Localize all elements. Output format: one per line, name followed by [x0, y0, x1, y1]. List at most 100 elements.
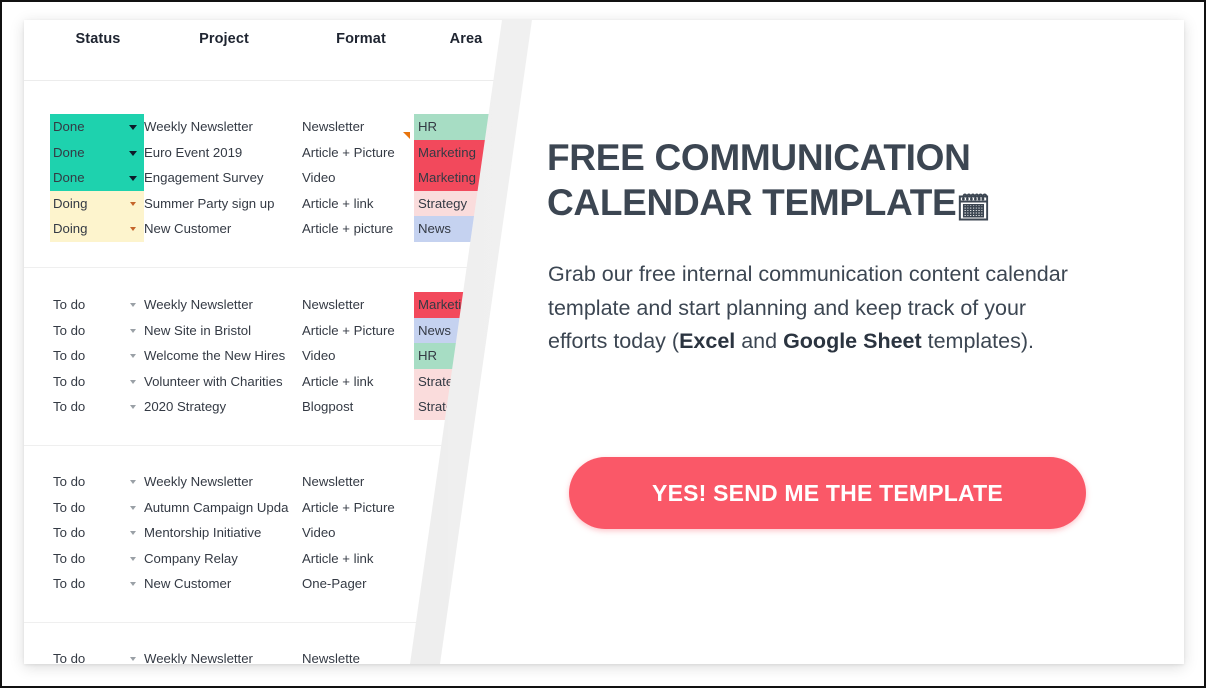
spiral-calendar-icon: 🗓 [956, 193, 991, 223]
promo-body-text: Grab our free internal communication con… [548, 258, 1068, 359]
cell-format[interactable]: One-Pager [302, 571, 410, 597]
cell-project[interactable]: Weekly Newsletter [144, 292, 302, 318]
table-row[interactable]: Done Engagement Survey Video Marketing [24, 165, 544, 191]
cell-format[interactable]: Article + Picture [302, 318, 410, 344]
cell-format[interactable]: Newsletter [302, 469, 410, 495]
chevron-down-icon[interactable] [130, 201, 136, 206]
status-value: To do [53, 322, 86, 338]
status-value: To do [53, 297, 86, 312]
cell-status[interactable]: To do [50, 646, 144, 664]
screenshot-frame: Status Project Format Area Done Weekly Ne… [0, 0, 1206, 688]
cell-format[interactable]: Blogpost [302, 394, 410, 420]
table-row[interactable]: Done Weekly Newsletter Newsletter HR [24, 114, 544, 140]
cell-project[interactable]: Weekly Newsletter [144, 469, 302, 495]
spreadsheet-header-row: Status Project Format Area [24, 20, 544, 62]
status-value: To do [53, 474, 86, 489]
cell-project[interactable]: Weekly Newsletter [144, 646, 302, 664]
column-header-project: Project [199, 31, 249, 47]
cell-format[interactable]: Newslette [302, 646, 410, 664]
cell-status[interactable]: To do [50, 369, 144, 395]
headline-line-2: CALENDAR TEMPLATE [547, 182, 957, 223]
cell-format[interactable]: Article + link [302, 191, 410, 217]
cell-format[interactable]: Article + picture [302, 216, 410, 242]
cell-project[interactable]: Euro Event 2019 [144, 140, 302, 166]
status-value: Done [53, 144, 85, 160]
chevron-down-icon[interactable] [130, 531, 136, 536]
cell-format[interactable]: Video [302, 165, 410, 191]
cell-status[interactable]: To do [50, 571, 144, 597]
cell-status[interactable]: To do [50, 318, 144, 344]
cell-status[interactable]: Doing [50, 190, 144, 217]
status-value: Done [53, 170, 85, 186]
column-header-format: Format [336, 31, 386, 47]
cell-status[interactable]: To do [50, 292, 144, 318]
chevron-down-icon[interactable] [130, 328, 136, 333]
cell-format[interactable]: Article + Picture [302, 140, 410, 166]
cell-project[interactable]: New Customer [144, 216, 302, 242]
cell-project[interactable]: Autumn Campaign Upda [144, 495, 302, 521]
status-value: To do [53, 348, 86, 364]
cell-project[interactable]: New Customer [144, 571, 302, 597]
chevron-down-icon[interactable] [130, 379, 136, 384]
table-row[interactable]: Doing New Customer Article + picture News [24, 216, 544, 242]
send-template-button[interactable]: YES! SEND ME THE TEMPLATE [569, 457, 1086, 529]
cell-project[interactable]: Mentorship Initiative [144, 520, 302, 546]
cell-status[interactable]: To do [50, 394, 144, 420]
cell-project[interactable]: Welcome the New Hires [144, 343, 302, 369]
body-bold-excel: Excel [679, 329, 736, 353]
status-value: To do [53, 373, 86, 389]
header-divider [24, 80, 524, 81]
cell-status[interactable]: Done [50, 114, 144, 140]
chevron-down-icon[interactable] [129, 125, 137, 130]
cell-format[interactable]: Article + link [302, 546, 410, 572]
body-text-mid: and [735, 329, 784, 353]
cell-format[interactable]: Newsletter [302, 292, 410, 318]
chevron-down-icon[interactable] [130, 227, 136, 232]
cell-status[interactable]: To do [50, 469, 144, 495]
table-row[interactable]: Done Euro Event 2019 Article + Picture Mark… [24, 139, 544, 166]
column-header-area: Area [449, 31, 483, 47]
chevron-down-icon[interactable] [130, 556, 136, 561]
promo-card: Status Project Format Area Done Weekly Ne… [24, 20, 1184, 664]
cell-project[interactable]: New Site in Bristol [144, 318, 302, 344]
cell-status[interactable]: To do [50, 520, 144, 546]
cell-status[interactable]: To do [50, 546, 144, 572]
chevron-down-icon[interactable] [130, 405, 136, 410]
table-row[interactable]: Doing Summer Party sign up Article + link S… [24, 190, 544, 217]
status-value: To do [53, 525, 86, 541]
column-header-status: Status [75, 31, 121, 47]
cell-status[interactable]: Done [50, 139, 144, 166]
cell-format[interactable]: Article + Picture [302, 495, 410, 521]
cell-format[interactable]: Newsletter [302, 114, 410, 140]
chevron-down-icon[interactable] [130, 657, 136, 661]
cell-project[interactable]: Summer Party sign up [144, 191, 302, 217]
chevron-down-icon[interactable] [130, 505, 136, 510]
cell-status[interactable]: Done [50, 165, 144, 191]
chevron-down-icon[interactable] [130, 582, 136, 587]
chevron-down-icon[interactable] [130, 354, 136, 359]
cell-project[interactable]: Engagement Survey [144, 165, 302, 191]
cell-status[interactable]: Doing [50, 216, 144, 242]
cell-project[interactable]: Company Relay [144, 546, 302, 572]
body-bold-google-sheet: Google Sheet [783, 329, 922, 353]
chevron-down-icon[interactable] [130, 480, 136, 484]
cell-project[interactable]: 2020 Strategy [144, 394, 302, 420]
cell-status[interactable]: To do [50, 495, 144, 521]
chevron-down-icon[interactable] [130, 303, 136, 307]
body-text-part-2: templates). [921, 329, 1034, 353]
comment-marker-icon[interactable] [403, 132, 410, 139]
chevron-down-icon[interactable] [129, 150, 137, 156]
promo-headline: FREE COMMUNICATION CALENDAR TEMPLATE🗓 [547, 135, 1107, 231]
status-value: To do [53, 399, 86, 415]
cell-project[interactable]: Weekly Newsletter [144, 114, 302, 140]
chevron-down-icon[interactable] [129, 176, 137, 182]
cell-format[interactable]: Article + link [302, 369, 410, 395]
status-value: To do [53, 499, 86, 515]
cell-format[interactable]: Video [302, 520, 410, 546]
cell-format[interactable]: Video [302, 343, 410, 369]
headline-line-1: FREE COMMUNICATION [547, 137, 971, 178]
status-value: Done [53, 119, 85, 134]
status-value: To do [53, 651, 86, 664]
cell-status[interactable]: To do [50, 343, 144, 369]
cell-project[interactable]: Volunteer with Charities [144, 369, 302, 395]
